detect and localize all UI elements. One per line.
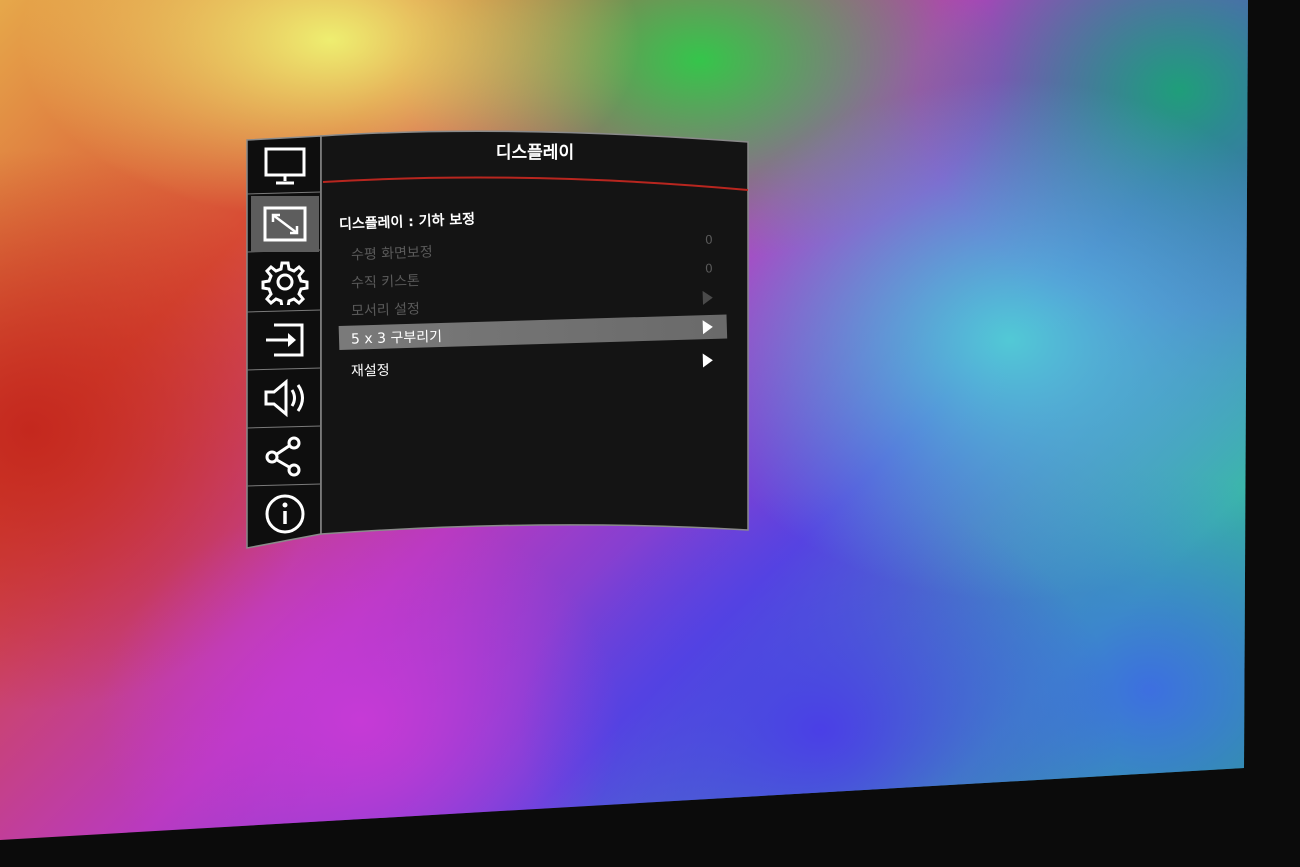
speaker-icon[interactable] [251,370,319,426]
menu-item-label: 5 x 3 구부리기 [350,328,443,348]
share-network-icon[interactable] [251,428,319,484]
menu-item-label: 수평 화면보정 [350,244,434,264]
monitor-icon[interactable] [251,138,319,194]
menu-item-label: 모서리 설정 [350,301,421,320]
submenu-arrow-icon [702,319,714,335]
submenu-arrow-icon [702,353,714,368]
geometric-correction-icon[interactable] [251,196,319,252]
menu-item-label: 재설정 [350,362,390,380]
menu-item-label: 수직 키스톤 [350,273,421,292]
info-icon[interactable] [251,486,319,542]
menu-item-value: 0 [704,232,713,247]
input-icon[interactable] [251,312,319,368]
panel-title: 디스플레이 [495,143,575,163]
submenu-arrow-icon [702,290,714,305]
gear-icon[interactable] [251,254,319,310]
menu-item-value: 0 [704,261,714,276]
osd-menu: 디스플레이 디스플레이 : 기하 보정 수평 화면보정 0 수직 키스톤 0 모… [245,130,751,550]
